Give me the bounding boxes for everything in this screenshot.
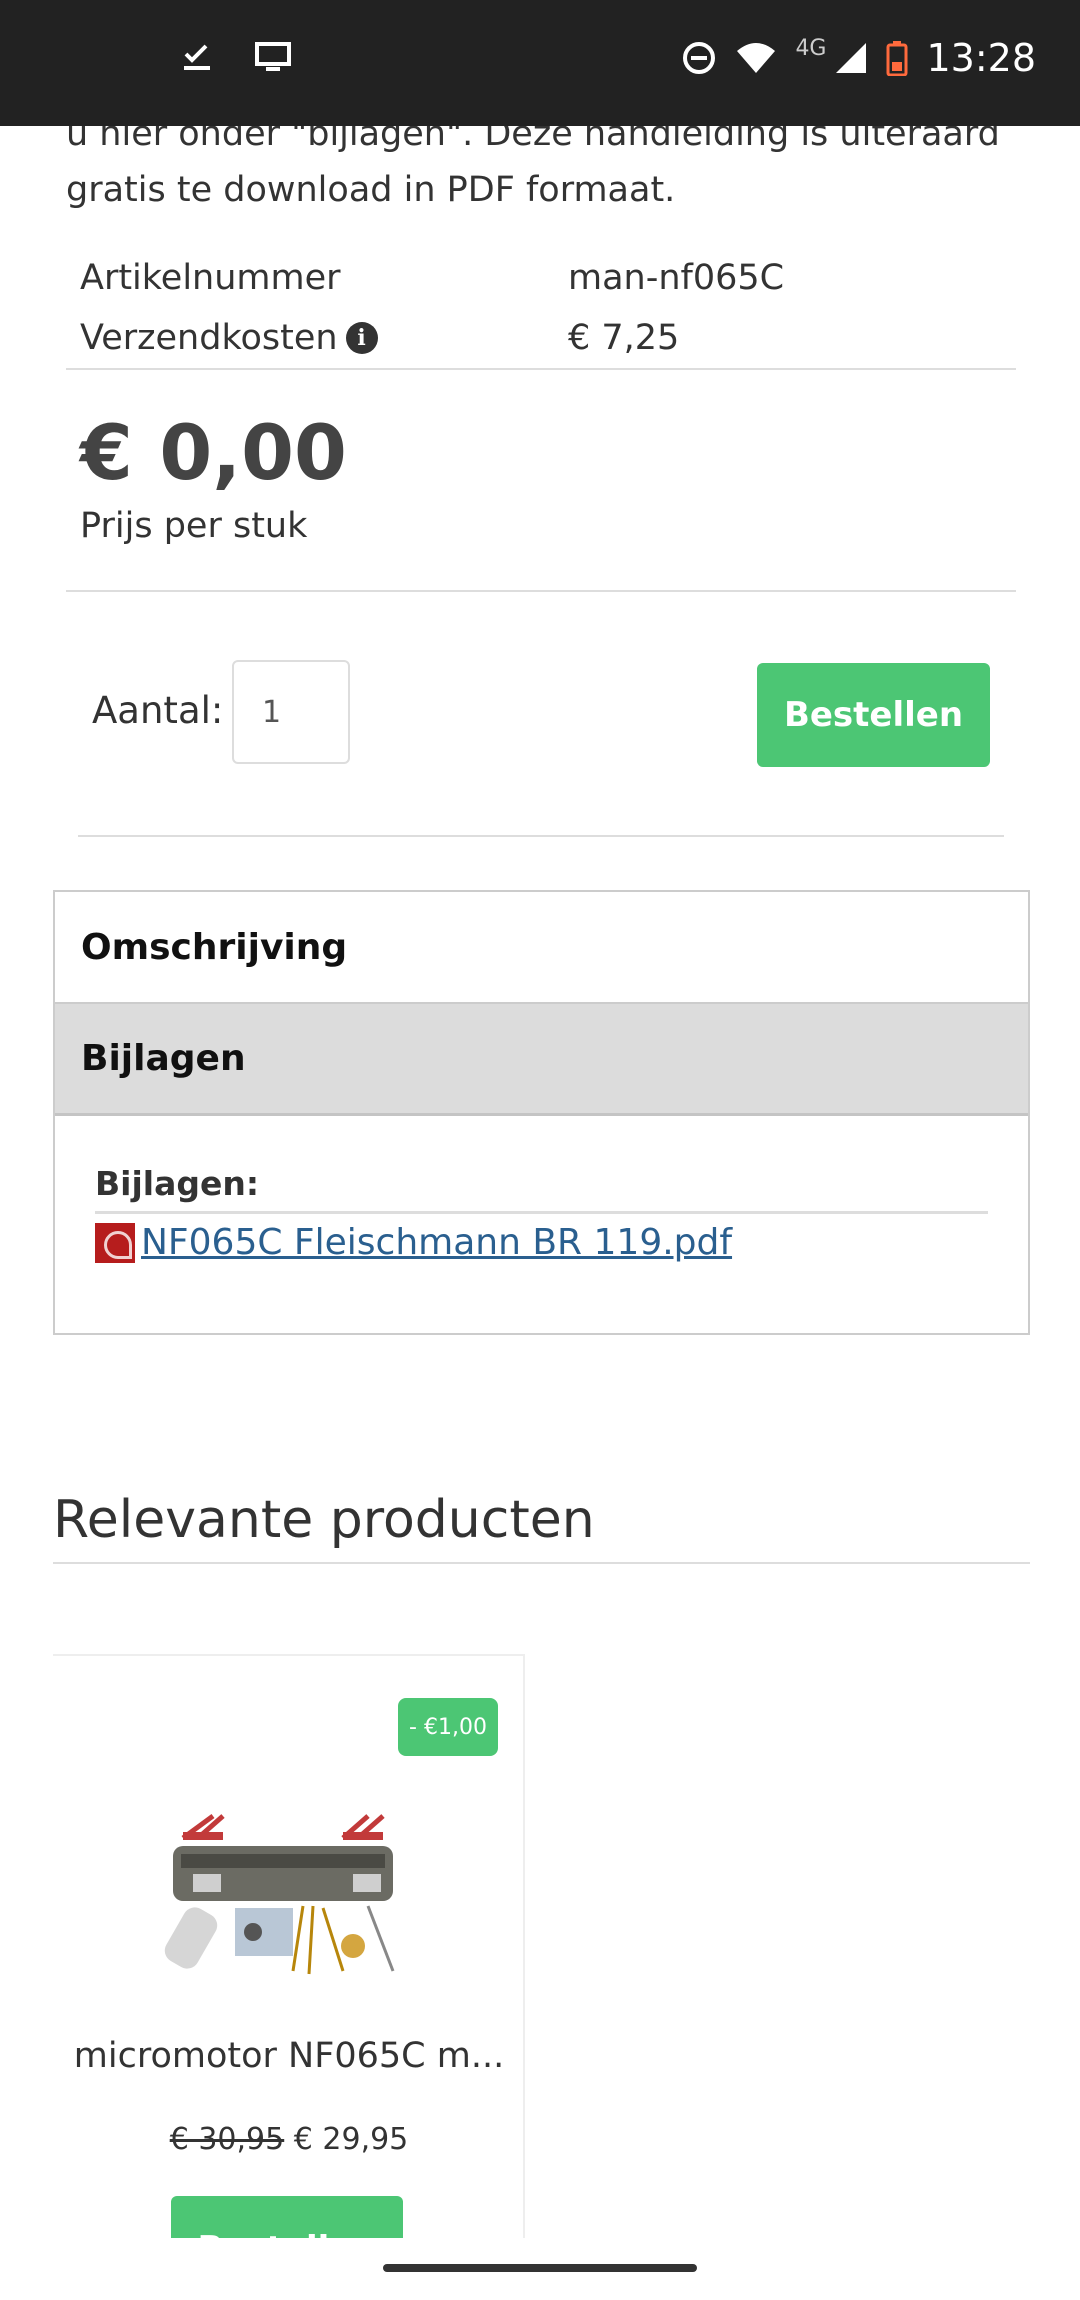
do-not-disturb-icon	[683, 42, 716, 74]
battery-icon	[886, 41, 908, 76]
status-right-icons: 4G 13:28	[681, 36, 1036, 80]
spec-row-article-number: Artikelnummer man-nf065C	[66, 248, 1016, 308]
product-order-button[interactable]: Bestellen	[171, 2196, 403, 2238]
divider	[78, 835, 1004, 837]
home-gesture-handle[interactable]	[383, 2264, 697, 2272]
signal-icon	[836, 43, 867, 73]
spec-value: € 7,25	[568, 318, 680, 358]
attachments-panel: Bijlagen: NF065C Fleischmann BR 119.pdf	[55, 1116, 1028, 1333]
price-unit-label: Prijs per stuk	[80, 506, 308, 546]
check-download-icon	[184, 44, 210, 70]
page-content: u hier onder "bijlagen". Deze handleidin…	[0, 126, 1080, 2238]
current-price: € 29,95	[293, 2122, 409, 2157]
product-card[interactable]: - €1,00 micromotor NF065C m... € 30,95 €…	[53, 1654, 525, 2238]
spec-label-shipping: Verzendkosten i	[66, 318, 568, 358]
product-name[interactable]: micromotor NF065C m...	[53, 2036, 525, 2076]
old-price: € 30,95	[169, 2122, 285, 2157]
attachments-title: Bijlagen:	[95, 1164, 988, 1214]
attachment-link[interactable]: NF065C Fleischmann BR 119.pdf	[141, 1222, 732, 1263]
status-bar: 4G 13:28	[0, 0, 1080, 126]
spec-value: man-nf065C	[568, 258, 785, 298]
spec-label: Verzendkosten	[80, 318, 338, 358]
quantity-input[interactable]	[232, 660, 350, 764]
status-left-icons	[180, 40, 292, 74]
screen-cast-icon	[255, 42, 291, 71]
spec-table: Artikelnummer man-nf065C Verzendkosten i…	[66, 248, 1016, 370]
order-button[interactable]: Bestellen	[757, 663, 990, 767]
info-icon[interactable]: i	[345, 322, 378, 354]
navigation-bar	[0, 2238, 1080, 2300]
product-price-row: € 30,95 € 29,95	[53, 2122, 525, 2157]
product-image[interactable]	[153, 1796, 413, 1996]
spec-row-shipping: Verzendkosten i € 7,25	[66, 308, 1016, 368]
attachment-item: NF065C Fleischmann BR 119.pdf	[95, 1222, 988, 1263]
tab-attachments[interactable]: Bijlagen	[55, 1004, 1028, 1116]
quantity-label: Aantal:	[92, 689, 224, 732]
product-tabs: Omschrijving Bijlagen Bijlagen: NF065C F…	[53, 890, 1030, 1335]
pdf-icon	[95, 1222, 135, 1263]
network-type: 4G	[795, 35, 827, 61]
wifi-icon	[737, 43, 776, 73]
status-time: 13:28	[926, 36, 1036, 80]
product-price: € 0,00	[80, 408, 347, 497]
discount-badge: - €1,00	[398, 1698, 498, 1756]
intro-text: u hier onder "bijlagen". Deze handleidin…	[66, 126, 1000, 210]
divider	[66, 590, 1016, 592]
tab-description[interactable]: Omschrijving	[55, 892, 1028, 1004]
related-products-title: Relevante producten	[53, 1490, 1030, 1564]
spec-label: Artikelnummer	[80, 258, 341, 298]
